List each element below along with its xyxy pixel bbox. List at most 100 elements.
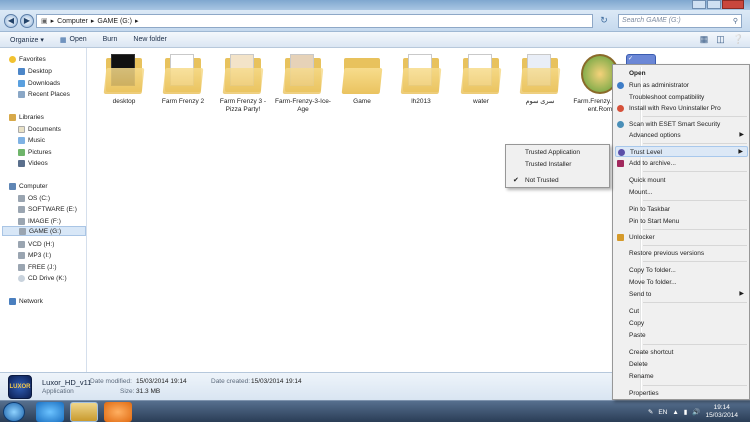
nav-label: Downloads [28, 79, 61, 87]
menu-run-as-admin[interactable]: Run as administrator [615, 80, 748, 91]
file-item[interactable]: desktop [93, 54, 155, 106]
nav-drive-k[interactable]: CD Drive (K:) [18, 273, 67, 283]
view-controls: ▦ ◫ ❔ [700, 34, 744, 45]
menu-paste[interactable]: Paste [615, 330, 748, 341]
menu-quick-mount[interactable]: Quick mount [615, 175, 748, 186]
file-item[interactable]: Farm Frenzy 2 [152, 54, 214, 106]
open-button[interactable]: ▦ Open [60, 36, 87, 44]
nav-computer[interactable]: Computer [9, 181, 48, 191]
file-item[interactable]: Farm Frenzy 3 - Pizza Party! [212, 54, 274, 114]
nav-label: CD Drive (K:) [28, 274, 67, 282]
nav-drive-j[interactable]: FREE (J:) [18, 262, 57, 272]
menu-rename[interactable]: Rename [615, 371, 748, 382]
nav-documents[interactable]: Documents [18, 124, 61, 134]
nav-drive-i[interactable]: MP3 (I:) [18, 250, 51, 260]
nav-favorites[interactable]: Favorites [9, 54, 46, 64]
help-icon[interactable]: ❔ [733, 34, 744, 45]
status-size-label: Size: [120, 388, 135, 395]
file-label: Game [353, 98, 371, 105]
menu-copy[interactable]: Copy [615, 318, 748, 329]
nav-pictures[interactable]: Pictures [18, 147, 51, 157]
nav-network[interactable]: Network [9, 296, 43, 306]
pen-icon[interactable]: ✎ [648, 408, 653, 416]
tray-arrow-icon[interactable]: ▲ [672, 409, 678, 416]
file-item[interactable]: Farm-Frenzy-3-Ice-Age [272, 54, 334, 114]
open-icon: ▦ [59, 36, 67, 44]
file-label: desktop [112, 98, 136, 105]
minimize-button[interactable] [692, 0, 706, 9]
nav-downloads[interactable]: Downloads [18, 78, 60, 88]
maximize-button[interactable] [707, 0, 721, 9]
preview-pane-icon[interactable]: ◫ [716, 34, 725, 45]
back-icon[interactable]: ◀ [4, 14, 18, 28]
nav-libraries[interactable]: Libraries [9, 112, 44, 122]
desktop-icon [18, 67, 25, 75]
nav-desktop[interactable]: Desktop [18, 66, 52, 76]
menu-trust-level[interactable]: Trust Level ▶ [615, 146, 748, 157]
menu-cut[interactable]: Cut [615, 306, 748, 317]
file-item[interactable]: lh2013 [390, 54, 452, 106]
submenu-not-trusted[interactable]: ✔ Not Trusted [508, 175, 608, 186]
burn-button[interactable]: Burn [103, 36, 118, 43]
view-icon[interactable]: ▦ [700, 34, 709, 45]
menu-unlocker[interactable]: Unlocker [615, 232, 748, 243]
checkbox-icon[interactable]: ✓ [628, 55, 633, 63]
nav-drive-c[interactable]: OS (C:) [18, 193, 50, 203]
menu-mount[interactable]: Mount... [615, 187, 748, 198]
nav-drive-e[interactable]: SOFTWARE (E:) [18, 204, 77, 214]
volume-icon[interactable]: 🔊 [692, 408, 700, 416]
menu-separator [643, 261, 747, 262]
menu-send-to[interactable]: Send to ▶ [615, 289, 748, 300]
menu-pin-taskbar[interactable]: Pin to Taskbar [615, 204, 748, 215]
menu-add-archive[interactable]: Add to archive... [615, 158, 748, 169]
menu-delete[interactable]: Delete [615, 359, 748, 370]
clock[interactable]: 19:14 15/03/2014 [705, 404, 738, 420]
nav-drive-g[interactable]: GAME (G:) [2, 226, 86, 236]
nav-drive-h[interactable]: VCD (H:) [18, 239, 54, 249]
language-indicator[interactable]: EN [658, 409, 667, 416]
nav-label: MP3 (I:) [28, 251, 52, 259]
breadcrumb-game[interactable]: GAME (G:) [97, 18, 132, 25]
network-icon [9, 297, 16, 305]
submenu-trusted-installer[interactable]: Trusted Installer [508, 159, 608, 170]
submenu-trusted-application[interactable]: Trusted Application [508, 147, 608, 158]
nav-label: GAME (G:) [29, 227, 62, 235]
search-icon[interactable]: ⚲ [733, 16, 738, 28]
file-label: water [473, 98, 489, 105]
menu-properties[interactable]: Properties [615, 388, 748, 399]
nav-drive-f[interactable]: IMAGE (F:) [18, 216, 61, 226]
menu-pin-start[interactable]: Pin to Start Menu [615, 216, 748, 227]
menu-revo[interactable]: Install with Revo Uninstaller Pro [615, 103, 748, 114]
network-tray-icon[interactable]: ▮ [684, 408, 688, 416]
new-folder-button[interactable]: New folder [133, 36, 166, 43]
status-modified-label: Date modified: [90, 378, 132, 385]
file-item[interactable]: سری سوم [509, 54, 571, 106]
file-item[interactable]: water [450, 54, 512, 106]
close-button[interactable] [722, 0, 744, 9]
menu-advanced[interactable]: Advanced options ▶ [615, 130, 748, 141]
media-player-icon[interactable] [104, 402, 132, 422]
menu-move-to-folder[interactable]: Move To folder... [615, 277, 748, 288]
nav-label: Desktop [28, 67, 52, 75]
nav-label: Music [28, 136, 45, 144]
refresh-icon[interactable]: ↻ [597, 14, 611, 28]
explorer-icon[interactable] [70, 402, 98, 422]
forward-icon[interactable]: ▶ [20, 14, 34, 28]
menu-copy-to-folder[interactable]: Copy To folder... [615, 265, 748, 276]
menu-troubleshoot[interactable]: Troubleshoot compatibility [615, 92, 748, 103]
menu-restore[interactable]: Restore previous versions [615, 248, 748, 259]
breadcrumb-computer[interactable]: Computer [57, 18, 88, 25]
nav-recent[interactable]: Recent Places [18, 89, 70, 99]
address-input[interactable]: ▣ ▸ Computer ▸ GAME (G:) ▸ [36, 14, 593, 28]
breadcrumb-separator: ▸ [50, 18, 55, 25]
organize-button[interactable]: Organize ▾ [10, 36, 44, 44]
search-input[interactable]: Search GAME (G:) ⚲ [618, 14, 742, 28]
menu-eset[interactable]: Scan with ESET Smart Security [615, 119, 748, 130]
nav-videos[interactable]: Videos [18, 158, 48, 168]
menu-open[interactable]: Open [615, 68, 748, 79]
nav-music[interactable]: Music [18, 135, 45, 145]
start-button[interactable] [3, 402, 25, 422]
menu-create-shortcut[interactable]: Create shortcut [615, 347, 748, 358]
ie-icon[interactable] [36, 402, 64, 422]
file-item[interactable]: Game [331, 54, 393, 106]
